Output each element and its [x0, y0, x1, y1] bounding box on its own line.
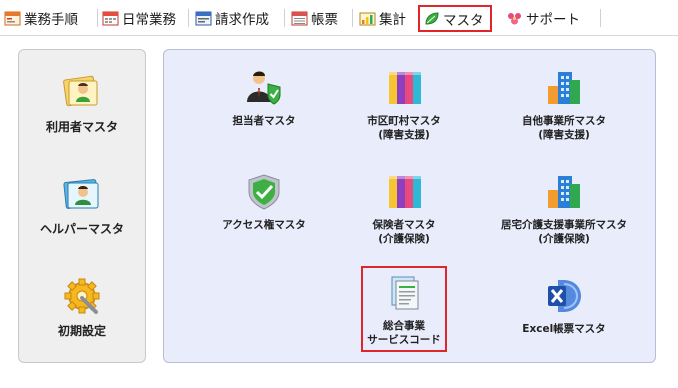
excel-report-master-button[interactable]: Excel帳票マスタ [494, 276, 634, 336]
support-icon [508, 12, 521, 24]
buildings-icon [548, 176, 580, 208]
master-leaf-icon [425, 12, 439, 25]
tab-label: サポート [526, 12, 580, 28]
helper-master-button[interactable]: ヘルパーマスタ [23, 174, 141, 236]
tab-daily-business[interactable]: 日常業務 [102, 5, 176, 31]
documents-stack-icon [391, 276, 419, 310]
municipality-master-label: 市区町村マスタ [367, 115, 441, 127]
comprehensive-service-code-label: 総合事業 [383, 320, 425, 332]
color-books-icon [389, 72, 421, 104]
tab-divider [352, 9, 353, 27]
own-other-office-master-button[interactable]: 自他事業所マスタ (障害支援) [494, 68, 634, 142]
excel-report-master-label: Excel帳票マスタ [522, 323, 606, 335]
staff-master-label: 担当者マスタ [232, 115, 296, 127]
comprehensive-service-code-sublabel: サービスコード [367, 334, 441, 346]
staff-master-button[interactable]: 担当者マスタ [204, 68, 324, 128]
helper-master-label: ヘルパーマスタ [39, 222, 124, 236]
excel-icon [548, 280, 581, 312]
home-care-support-office-master-button[interactable]: 居宅介護支援事業所マスタ (介護保険) [474, 172, 654, 246]
access-rights-master-button[interactable]: アクセス権マスタ [204, 172, 324, 232]
buildings-icon [548, 72, 580, 104]
master-menu-panel: 担当者マスタ 市区町村マスタ (障害支援) 自他事業所マスタ (障害支援) アク… [163, 49, 656, 363]
initial-settings-label: 初期設定 [57, 324, 106, 338]
tab-business-procedure[interactable]: 業務手順 [4, 5, 78, 31]
tab-divider [97, 9, 98, 27]
tab-label: 業務手順 [24, 12, 78, 28]
helper-card-icon [63, 179, 99, 209]
own-other-office-master-sublabel: (障害支援) [538, 129, 590, 141]
tab-master[interactable]: マスタ [418, 5, 492, 32]
municipality-master-button[interactable]: 市区町村マスタ (障害支援) [344, 68, 464, 142]
tab-label: 請求作成 [215, 12, 269, 28]
main-tab-bar: 業務手順 日常業務 請求作成 帳票 集計 マスタ サポート [0, 0, 678, 36]
tab-divider [600, 9, 601, 27]
tab-invoice-creation[interactable]: 請求作成 [195, 5, 269, 31]
initial-settings-button[interactable]: 初期設定 [23, 276, 141, 338]
tab-label: 帳票 [311, 12, 338, 28]
insurer-master-sublabel: (介護保険) [378, 233, 430, 245]
tab-divider [284, 9, 285, 27]
tab-divider [188, 9, 189, 27]
insurer-master-label: 保険者マスタ [372, 219, 436, 231]
person-shield-icon [247, 71, 281, 105]
municipality-master-sublabel: (障害支援) [378, 129, 430, 141]
own-other-office-master-label: 自他事業所マスタ [522, 115, 606, 127]
comprehensive-service-code-button[interactable]: 総合事業 サービスコード [361, 266, 447, 352]
invoice-icon [195, 11, 212, 25]
color-books-icon [389, 176, 421, 208]
user-master-label: 利用者マスタ [45, 120, 118, 134]
tab-reports[interactable]: 帳票 [291, 5, 338, 31]
tab-label: 日常業務 [122, 12, 176, 28]
tab-label: マスタ [443, 12, 484, 29]
left-menu-panel: 利用者マスタ ヘルパーマスタ 初期設定 [18, 49, 146, 363]
tab-label: 集計 [379, 12, 406, 28]
document-flow-icon [4, 11, 21, 25]
insurer-master-button[interactable]: 保険者マスタ (介護保険) [344, 172, 464, 246]
report-icon [291, 11, 308, 25]
shield-check-icon [248, 174, 280, 210]
access-rights-master-label: アクセス権マスタ [222, 219, 306, 231]
home-care-support-office-master-sublabel: (介護保険) [538, 233, 590, 245]
gear-wrench-icon [64, 278, 100, 314]
user-master-button[interactable]: 利用者マスタ [23, 72, 141, 134]
tab-support[interactable]: サポート [506, 5, 580, 31]
aggregate-icon [359, 12, 376, 25]
tab-aggregate[interactable]: 集計 [359, 5, 406, 31]
home-care-support-office-master-label: 居宅介護支援事業所マスタ [501, 219, 627, 231]
calendar-icon [102, 11, 119, 25]
user-card-icon [63, 75, 98, 107]
